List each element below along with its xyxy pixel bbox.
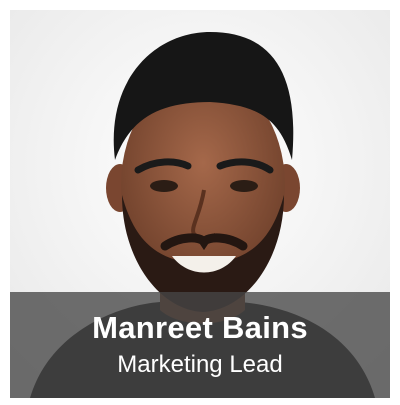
name-caption: Manreet Bains Marketing Lead [10, 292, 390, 398]
profile-card: Manreet Bains Marketing Lead [10, 10, 390, 398]
person-title: Marketing Lead [117, 351, 283, 378]
person-name: Manreet Bains [92, 310, 308, 345]
